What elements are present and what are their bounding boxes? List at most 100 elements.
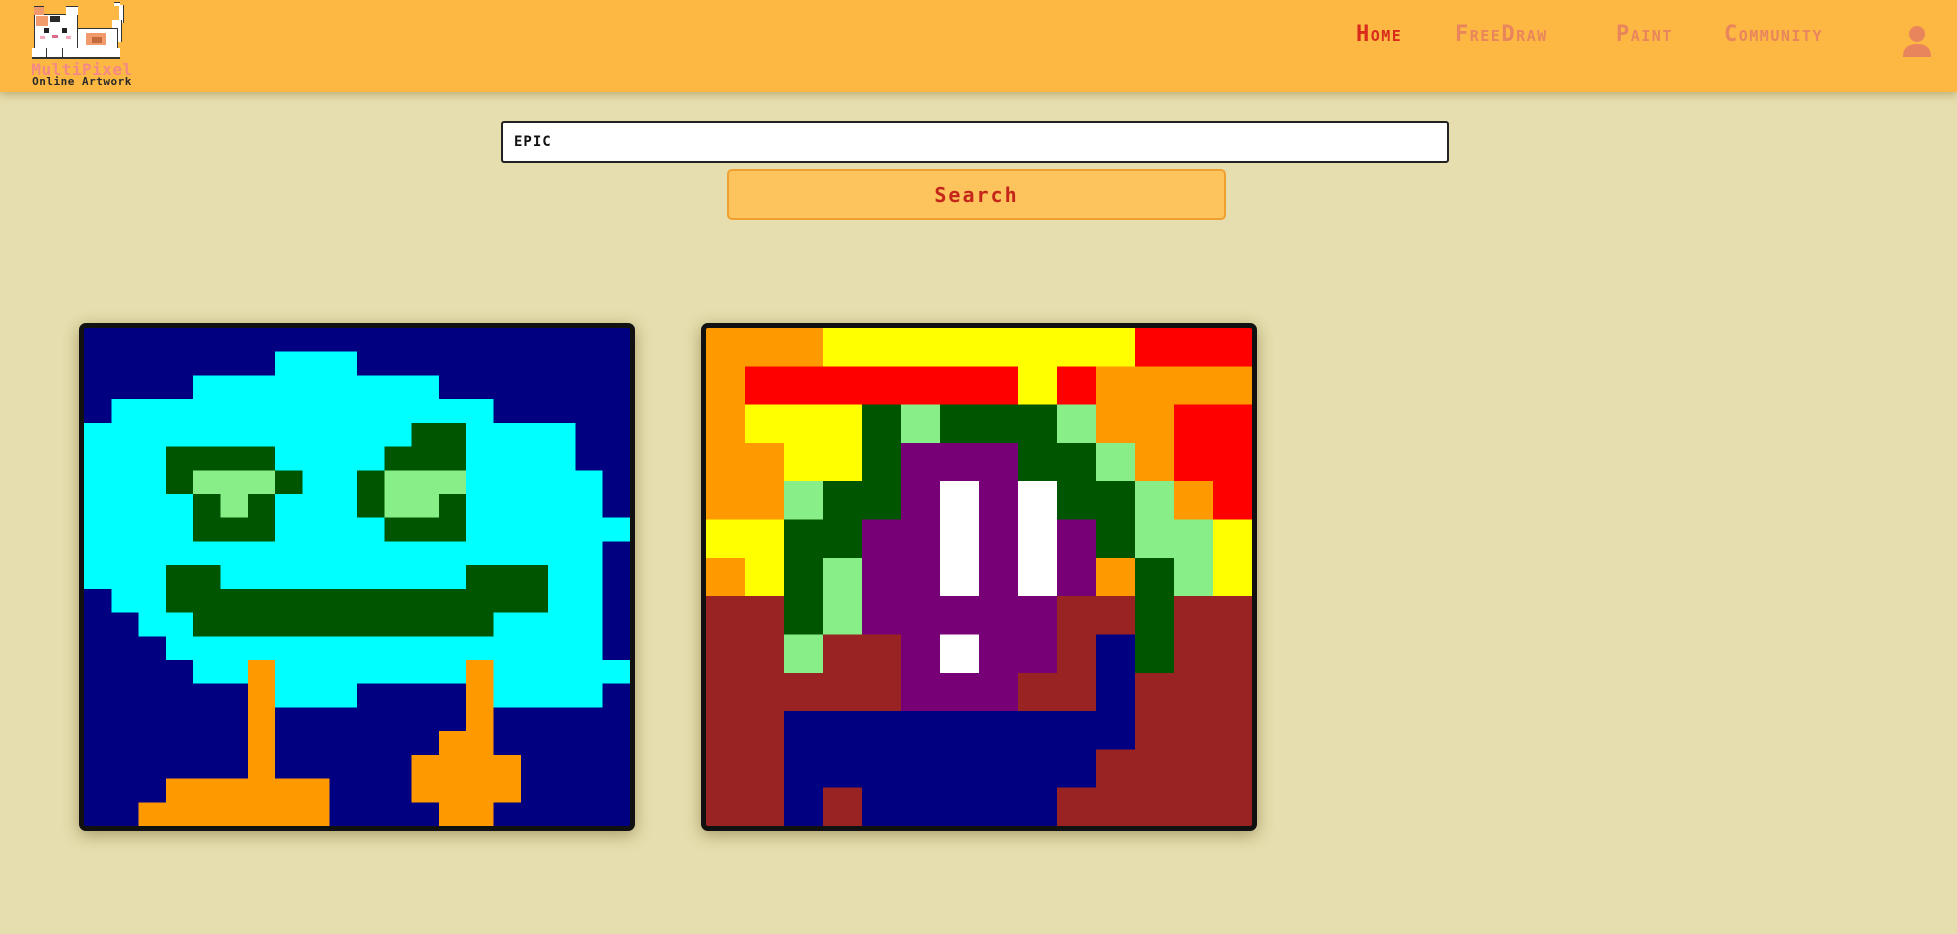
- artwork-card[interactable]: [701, 323, 1257, 831]
- pixel: [1213, 366, 1252, 406]
- pixel: [302, 802, 331, 826]
- logo-subtitle: Online Artwork: [32, 75, 132, 88]
- pixel: [1174, 404, 1214, 444]
- pixel: [602, 328, 630, 353]
- pixel: [1018, 749, 1058, 789]
- pixel: [1213, 634, 1252, 674]
- pixel: [1018, 366, 1058, 406]
- pixel: [138, 683, 167, 708]
- pixel: [1018, 328, 1058, 368]
- nav-freedraw[interactable]: FreeDraw: [1455, 22, 1548, 47]
- pixel: [520, 754, 549, 780]
- pixel: [901, 749, 941, 789]
- pixel: [493, 612, 522, 637]
- pixel: [302, 517, 331, 542]
- pixel: [1213, 711, 1252, 751]
- pixel: [138, 399, 167, 424]
- pixel: [1135, 328, 1175, 368]
- pixel-artwork: [706, 328, 1252, 826]
- pixel: [602, 612, 630, 637]
- pixel: [84, 328, 112, 353]
- pixel: [1213, 519, 1252, 559]
- pixel: [602, 754, 630, 780]
- pixel: [940, 481, 980, 521]
- pixel: [193, 351, 222, 376]
- pixel: [302, 778, 331, 803]
- search-button[interactable]: Search: [727, 169, 1226, 220]
- pixel: [493, 470, 522, 495]
- pixel: [575, 778, 604, 803]
- pixel: [302, 328, 331, 353]
- artwork-card[interactable]: [79, 323, 635, 831]
- nav-paint[interactable]: Paint: [1616, 22, 1673, 47]
- pixel: [493, 494, 522, 519]
- pixel: [384, 612, 413, 637]
- pixel: [302, 612, 331, 637]
- pixel: [165, 422, 194, 448]
- pixel: [138, 446, 167, 471]
- search-input[interactable]: [501, 121, 1449, 163]
- pixel: [493, 660, 522, 685]
- pixel: [1057, 328, 1097, 368]
- pixel: [520, 588, 549, 614]
- pixel: [823, 787, 863, 826]
- user-icon[interactable]: [1902, 25, 1932, 57]
- pixel: [548, 422, 576, 448]
- pixel: [84, 565, 112, 590]
- pixel: [275, 707, 303, 732]
- pixel: [165, 470, 194, 495]
- pixel: [979, 672, 1019, 712]
- pixel: [247, 422, 276, 448]
- pixel: [706, 749, 746, 789]
- pixel: [493, 446, 522, 471]
- pixel: [357, 446, 385, 471]
- pixel: [602, 683, 630, 708]
- pixel: [745, 596, 785, 636]
- pixel: [548, 683, 576, 708]
- pixel: [193, 636, 222, 661]
- pixel: [438, 683, 467, 708]
- pixel: [1096, 596, 1136, 636]
- pixel: [1174, 481, 1214, 521]
- pixel: [548, 588, 576, 614]
- pixel: [466, 494, 495, 519]
- nav-community[interactable]: Community: [1724, 22, 1823, 47]
- pixel: [548, 446, 576, 471]
- pixel: [84, 446, 112, 471]
- pixel: [84, 517, 112, 542]
- nav-home[interactable]: Home: [1356, 22, 1402, 47]
- pixel: [493, 399, 522, 424]
- pixel: [1096, 672, 1136, 712]
- pixel: [111, 494, 140, 519]
- pixel: [466, 565, 495, 590]
- pixel: [784, 519, 824, 559]
- pixel: [411, 494, 440, 519]
- pixel: [275, 375, 303, 400]
- pixel: [138, 612, 167, 637]
- pixel: [165, 446, 194, 471]
- pixel: [384, 422, 413, 448]
- pixel: [1174, 711, 1214, 751]
- pixel: [275, 541, 303, 566]
- pixel: [84, 802, 112, 826]
- pixel: [493, 565, 522, 590]
- pixel: [979, 328, 1019, 368]
- pixel: [466, 470, 495, 495]
- pixel: [979, 787, 1019, 826]
- pixel: [901, 672, 941, 712]
- pixel: [823, 711, 863, 751]
- pixel: [823, 557, 863, 597]
- pixel: [384, 399, 413, 424]
- pixel: [823, 634, 863, 674]
- pixel: [302, 707, 331, 732]
- pixel: [745, 749, 785, 789]
- site-logo[interactable]: MultiPixel Online Artwork: [8, 0, 148, 90]
- pixel: [111, 399, 140, 424]
- pixel: [466, 446, 495, 471]
- pixel: [548, 636, 576, 661]
- pixel: [1135, 557, 1175, 597]
- pixel: [1057, 366, 1097, 406]
- pixel: [111, 375, 140, 400]
- pixel: [784, 749, 824, 789]
- pixel: [165, 494, 194, 519]
